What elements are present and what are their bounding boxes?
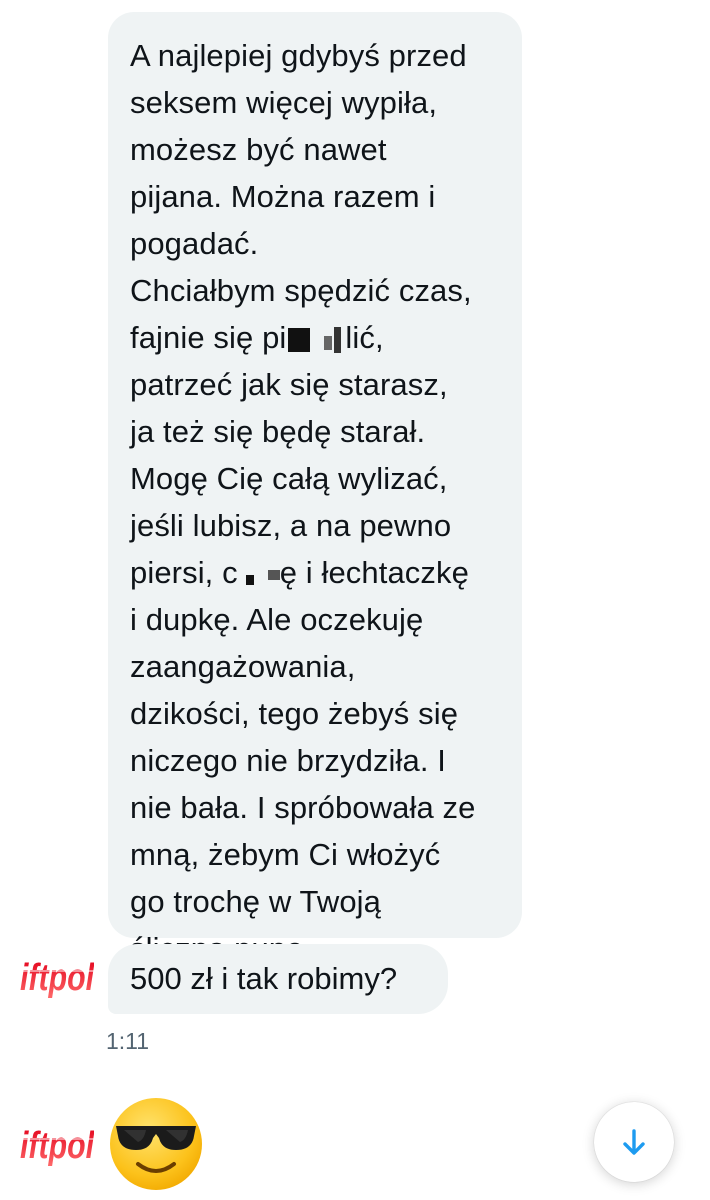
message-fragment: ę i łechtaczkę xyxy=(279,555,469,590)
smiling-face-with-sunglasses-icon[interactable] xyxy=(108,1096,204,1192)
message-line: Mogę Cię całą wylizać, xyxy=(130,461,448,496)
censor-block xyxy=(245,574,254,585)
message-line: seksem więcej wypiła, xyxy=(130,85,438,120)
avatar-icon: iftpol xyxy=(20,1124,94,1167)
message-line: jeśli lubisz, a na pewno xyxy=(130,508,452,543)
message-timestamp: 1:11 xyxy=(106,1028,150,1054)
emoji-graphic xyxy=(110,1098,202,1190)
sender-avatar[interactable]: iftpol xyxy=(20,1118,94,1174)
censor-block xyxy=(334,326,342,353)
scroll-to-bottom-button[interactable] xyxy=(594,1102,674,1182)
message-bubble[interactable]: A najlepiej gdybyś przed seksem więcej w… xyxy=(108,12,522,966)
message-line: go trochę w Twoją xyxy=(130,884,381,919)
message-line: ja też się będę starał. xyxy=(130,414,426,449)
message-text: 500 zł i tak robimy? xyxy=(130,961,398,996)
censor-block xyxy=(324,335,333,350)
watermark-logo-text: iftpol xyxy=(20,1125,94,1167)
censor-block xyxy=(288,327,311,352)
message-line: dzikości, tego żebyś się xyxy=(130,696,459,731)
avatar-icon: iftpol xyxy=(20,956,94,999)
message-line: możesz być nawet xyxy=(130,132,387,167)
sender-avatar[interactable]: iftpol xyxy=(20,950,94,1006)
censor-block xyxy=(267,569,280,580)
watermark-logo-text: iftpol xyxy=(20,957,94,999)
message-line: patrzeć jak się starasz, xyxy=(130,367,448,402)
message-line: pijana. Można razem i xyxy=(130,179,436,214)
message-fragment: lić, xyxy=(345,320,384,355)
message-line: i dupkę. Ale oczekuję xyxy=(130,602,424,637)
message-fragment: fajnie się pi xyxy=(130,320,287,355)
message-fragment: piersi, c xyxy=(130,555,238,590)
message-line: pogadać. xyxy=(130,226,259,261)
message-line-censored: fajnie się pi lić, xyxy=(130,314,504,361)
message-line: niczego nie brzydziła. I xyxy=(130,743,447,778)
message-line: mną, żebym Ci włożyć xyxy=(130,837,441,872)
message-line: zaangażowania, xyxy=(130,649,356,684)
message-line: Chciałbym spędzić czas, xyxy=(130,273,472,308)
message-line-censored: piersi, c ę i łechtaczkę xyxy=(130,549,504,596)
arrow-down-icon xyxy=(623,1129,645,1155)
message-line: A najlepiej gdybyś przed xyxy=(130,38,467,73)
message-line: nie bała. I spróbowała ze xyxy=(130,790,476,825)
message-bubble-price[interactable]: 500 zł i tak robimy? xyxy=(108,944,448,1014)
